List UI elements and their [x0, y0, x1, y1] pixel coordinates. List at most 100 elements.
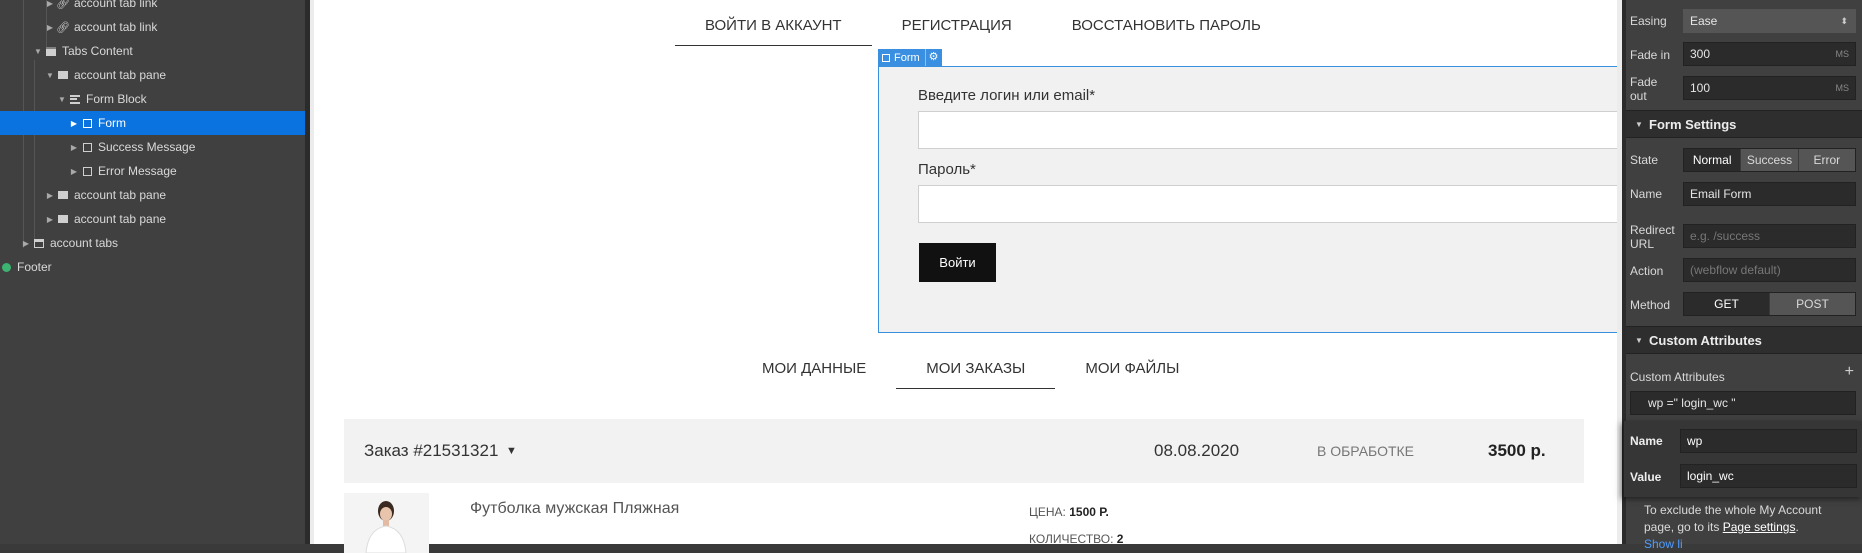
tab-login[interactable]: ВОЙТИ В АККАУНТ	[675, 0, 872, 46]
login-form[interactable]: Введите логин или email* Пароль* Войти	[878, 66, 1617, 333]
price-label: ЦЕНА:	[1029, 505, 1066, 519]
method-toggle: GET POST	[1683, 292, 1856, 316]
redirect-label-line1: Redirect	[1630, 223, 1675, 237]
nav-item-account-tab-pane[interactable]: ▶ account tab pane	[0, 207, 350, 231]
nav-item-label: account tabs	[50, 236, 119, 250]
expand-caret-icon[interactable]: ▶	[69, 119, 79, 128]
account-tabs-menu: МОИ ДАННЫЕ МОИ ЗАКАЗЫ МОИ ФАЙЛЫ	[732, 343, 1209, 389]
state-success-button[interactable]: Success	[1741, 149, 1799, 171]
collapse-caret-icon[interactable]: ▼	[45, 71, 55, 80]
action-input[interactable]: (webflow default)	[1683, 258, 1856, 282]
div-block-icon	[81, 165, 93, 177]
expand-caret-icon[interactable]: ▶	[45, 215, 55, 224]
order-status: В ОБРАБОТКЕ	[1317, 443, 1415, 459]
nav-item-account-tab-link[interactable]: ▶ 🔗︎ account tab link	[0, 0, 350, 15]
attribute-value-input[interactable]: login_wc	[1680, 464, 1857, 488]
name-label: Name	[1630, 187, 1663, 201]
attribute-name-input[interactable]: wp	[1680, 429, 1857, 453]
page-settings-link[interactable]: Page settings	[1723, 520, 1796, 534]
form-name-input[interactable]: Email Form	[1683, 182, 1856, 206]
state-toggle: Normal Success Error	[1683, 148, 1856, 172]
state-error-button[interactable]: Error	[1798, 149, 1855, 171]
tab-my-files[interactable]: МОИ ФАЙЛЫ	[1055, 343, 1209, 389]
nav-item-label: Footer	[17, 260, 52, 274]
tab-registration[interactable]: РЕГИСТРАЦИЯ	[872, 0, 1042, 46]
gear-icon[interactable]: ⚙	[924, 49, 942, 66]
collapse-caret-icon: ▼	[1635, 120, 1643, 129]
nav-item-label: account tab link	[74, 0, 158, 10]
method-label: Method	[1630, 298, 1671, 312]
expand-caret-icon[interactable]: ▶	[69, 167, 79, 176]
expand-caret-icon[interactable]: ▶	[45, 0, 55, 8]
selected-element-badge[interactable]: Form ⚙	[878, 49, 942, 66]
fade-in-value: 300	[1690, 47, 1711, 61]
order-header[interactable]: Заказ #21531321 ▼ 08.08.2020 В ОБРАБОТКЕ…	[344, 419, 1584, 483]
fade-in-input[interactable]: 300 MS	[1683, 42, 1856, 66]
show-more-link[interactable]: Show li	[1644, 536, 1854, 553]
fade-in-label: Fade in	[1630, 48, 1671, 62]
redirect-label-line2: URL	[1630, 237, 1655, 251]
nav-item-footer[interactable]: Footer	[0, 255, 305, 279]
state-normal-button[interactable]: Normal	[1684, 149, 1742, 171]
form-element-icon	[81, 117, 93, 129]
custom-attribute-row[interactable]: wp =" login_wc "	[1630, 391, 1856, 415]
section-title: Custom Attributes	[1649, 333, 1762, 348]
expand-caret-icon[interactable]: ▶	[69, 143, 79, 152]
page-settings-hint: To exclude the whole My Account page, go…	[1644, 502, 1854, 553]
nav-item-label: account tab link	[74, 20, 158, 34]
hint-text-end: .	[1795, 520, 1799, 534]
easing-select[interactable]: Ease ⬍	[1683, 9, 1856, 33]
password-input[interactable]	[918, 185, 1617, 223]
expand-caret-icon[interactable]: ▶	[45, 23, 55, 32]
login-submit-button[interactable]: Войти	[919, 243, 996, 282]
collapse-caret-icon: ▼	[1635, 336, 1643, 345]
price-value: 1500 Р.	[1069, 505, 1109, 519]
redirect-url-input[interactable]: e.g. /success	[1683, 224, 1856, 248]
custom-attributes-header[interactable]: ▼ Custom Attributes	[1626, 326, 1862, 354]
tab-my-orders[interactable]: МОИ ЗАКАЗЫ	[896, 343, 1056, 389]
fade-out-value: 100	[1690, 81, 1711, 95]
fade-out-input[interactable]: 100 MS	[1683, 76, 1856, 100]
order-date: 08.08.2020	[1154, 441, 1240, 460]
tab-my-data[interactable]: МОИ ДАННЫЕ	[732, 343, 896, 389]
unit-label: MS	[1835, 49, 1850, 59]
nav-item-label: Form Block	[86, 92, 147, 106]
redirect-url-label: Redirect URL	[1630, 223, 1675, 251]
order-number: Заказ #21531321	[364, 441, 499, 460]
nav-item-label: Form	[98, 116, 126, 130]
nav-item-tabs-content[interactable]: ▼ Tabs Content	[0, 39, 338, 63]
navigator-panel: ▶ 🔗︎ account tab link ▶ 🔗︎ account tab l…	[0, 0, 374, 544]
login-input[interactable]	[918, 111, 1617, 149]
chevron-down-icon[interactable]: ▼	[506, 419, 517, 483]
state-label: State	[1630, 153, 1659, 167]
attribute-name-label: Name	[1630, 434, 1663, 448]
nav-item-account-tab-pane[interactable]: ▼ account tab pane	[0, 63, 350, 87]
symbol-icon	[0, 261, 12, 273]
method-get-button[interactable]: GET	[1684, 293, 1770, 315]
fade-out-label-line1: Fade	[1630, 75, 1658, 89]
link-icon: 🔗︎	[56, 0, 70, 10]
nav-item-account-tab-pane[interactable]: ▶ account tab pane	[0, 183, 350, 207]
updown-arrow-icon: ⬍	[1840, 16, 1848, 26]
product-price: ЦЕНА: 1500 Р.	[1029, 505, 1109, 519]
action-label: Action	[1630, 264, 1664, 278]
collapse-caret-icon[interactable]: ▼	[33, 47, 43, 56]
nav-item-label: account tab pane	[74, 68, 167, 82]
tab-restore-password[interactable]: ВОССТАНОВИТЬ ПАРОЛЬ	[1042, 0, 1291, 46]
form-badge[interactable]: Form	[878, 49, 925, 66]
method-post-button[interactable]: POST	[1770, 293, 1855, 315]
nav-item-account-tab-link[interactable]: ▶ 🔗︎ account tab link	[0, 15, 350, 39]
nav-item-account-tabs[interactable]: ▶ account tabs	[0, 231, 326, 255]
fade-out-label: Fade out	[1630, 75, 1657, 103]
form-settings-header[interactable]: ▼ Form Settings	[1626, 110, 1862, 138]
add-attribute-icon[interactable]: +	[1845, 363, 1854, 381]
product-image	[344, 493, 429, 553]
expand-caret-icon[interactable]: ▶	[21, 239, 31, 248]
order-total: 3500 р.	[1488, 441, 1546, 460]
product-name[interactable]: Футболка мужская Пляжная	[470, 500, 679, 518]
expand-caret-icon[interactable]: ▶	[45, 191, 55, 200]
collapse-caret-icon[interactable]: ▼	[57, 95, 67, 104]
section-title: Form Settings	[1649, 117, 1737, 132]
tab-pane-icon	[57, 213, 69, 225]
unit-label: MS	[1835, 83, 1850, 93]
